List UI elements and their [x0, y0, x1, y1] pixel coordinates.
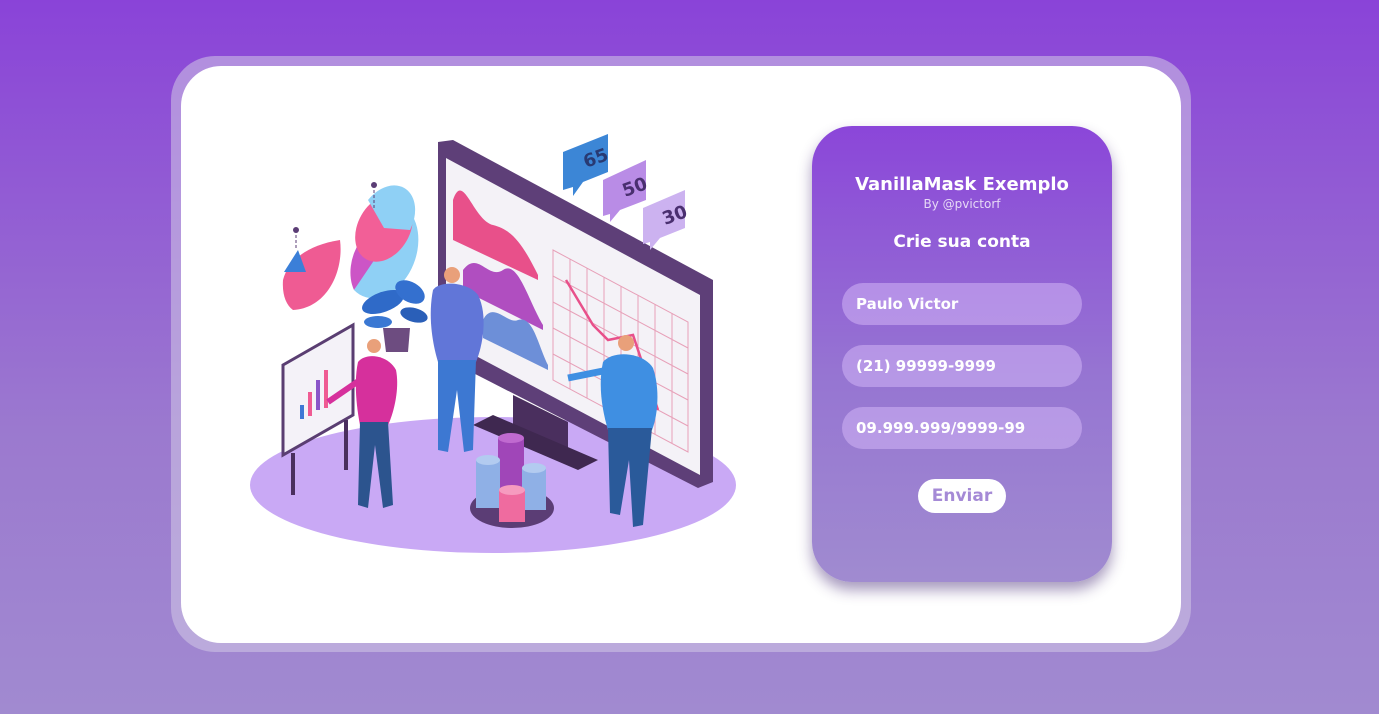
document-input[interactable] [842, 407, 1082, 449]
form-title: VanillaMask Exemplo [855, 174, 1069, 195]
form-author: By @pvictorf [923, 197, 1001, 211]
signup-form-panel: VanillaMask Exemplo By @pvictorf Crie su… [812, 126, 1112, 582]
analytics-illustration: 65 50 30 [250, 134, 736, 553]
submit-button[interactable]: Enviar [918, 479, 1006, 513]
name-input[interactable] [842, 283, 1082, 325]
form-subtitle: Crie sua conta [893, 232, 1031, 252]
phone-input[interactable] [842, 345, 1082, 387]
value-bubble-30: 30 [643, 190, 690, 250]
